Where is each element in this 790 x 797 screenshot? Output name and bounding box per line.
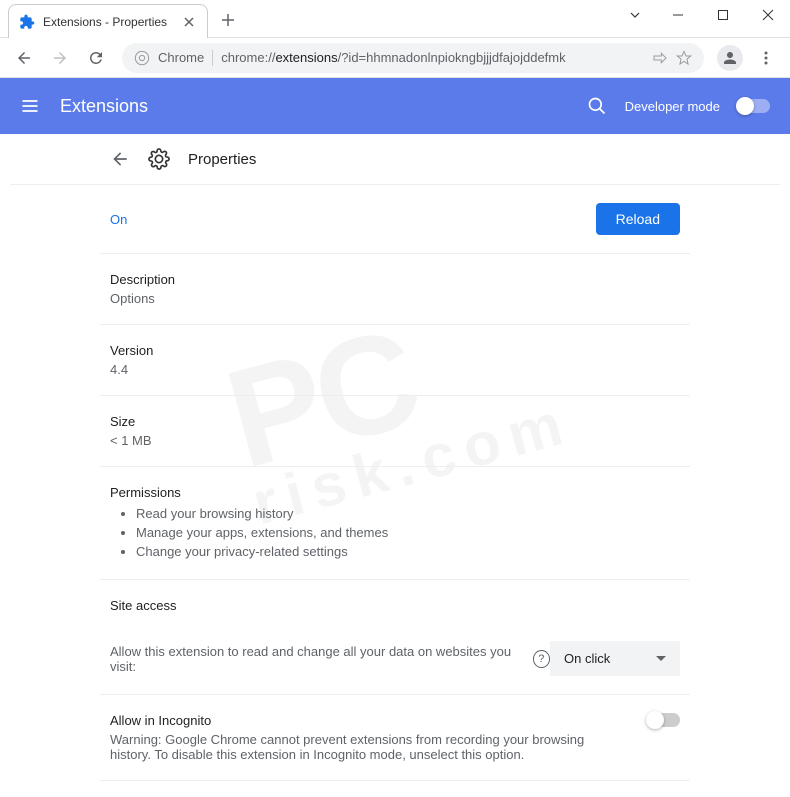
plus-icon	[222, 14, 234, 26]
browser-tab[interactable]: Extensions - Properties	[8, 4, 208, 38]
permissions-list: Read your browsing history Manage your a…	[110, 504, 680, 561]
back-button[interactable]	[8, 42, 40, 74]
window-controls	[615, 0, 790, 30]
omnibox-prefix: Chrome	[158, 50, 204, 65]
site-access-header-row: Site access	[100, 580, 690, 623]
version-row: Version 4.4	[100, 325, 690, 396]
window-titlebar: Extensions - Properties	[0, 0, 790, 38]
file-urls-row: Allow access to file URLs	[100, 781, 690, 789]
kebab-icon	[758, 50, 774, 66]
site-access-dropdown[interactable]: On click	[550, 641, 680, 676]
reload-icon	[87, 49, 105, 67]
dropdown-value: On click	[564, 651, 610, 666]
omnibox-divider	[212, 50, 213, 66]
chrome-icon	[134, 50, 150, 66]
arrow-right-icon	[51, 49, 69, 67]
size-row: Size < 1 MB	[100, 396, 690, 467]
forward-button[interactable]	[44, 42, 76, 74]
star-icon[interactable]	[676, 50, 692, 66]
search-icon[interactable]	[587, 96, 607, 116]
avatar-icon	[717, 45, 743, 71]
description-label: Description	[110, 272, 680, 287]
developer-mode-label: Developer mode	[625, 99, 720, 114]
permission-item: Read your browsing history	[136, 504, 680, 523]
menu-button[interactable]	[750, 42, 782, 74]
window-close-button[interactable]	[745, 0, 790, 30]
size-label: Size	[110, 414, 680, 429]
version-value: 4.4	[110, 362, 680, 377]
new-tab-button[interactable]	[214, 6, 242, 34]
help-icon[interactable]: ?	[533, 650, 550, 668]
share-icon[interactable]	[652, 50, 668, 66]
detail-panel: On Reload Description Options Version 4.…	[100, 185, 690, 789]
status-row: On Reload	[100, 185, 690, 254]
window-minimize-button[interactable]	[655, 0, 700, 30]
description-row: Description Options	[100, 254, 690, 325]
extension-icon	[19, 14, 35, 30]
minimize-icon	[672, 9, 684, 21]
description-value: Options	[110, 291, 680, 306]
permission-item: Change your privacy-related settings	[136, 542, 680, 561]
gear-icon	[148, 148, 170, 170]
detail-header: Properties	[10, 134, 780, 185]
window-chevron-button[interactable]	[615, 0, 655, 30]
incognito-toggle[interactable]	[648, 713, 680, 727]
reload-button[interactable]	[80, 42, 112, 74]
status-value: On	[110, 212, 127, 227]
incognito-warning: Warning: Google Chrome cannot prevent ex…	[110, 732, 590, 762]
site-access-text: Allow this extension to read and change …	[110, 644, 550, 674]
close-icon	[184, 17, 194, 27]
window-maximize-button[interactable]	[700, 0, 745, 30]
tab-title: Extensions - Properties	[43, 15, 173, 29]
site-access-row: Allow this extension to read and change …	[100, 623, 690, 695]
tab-close-button[interactable]	[181, 14, 197, 30]
browser-toolbar: Chrome chrome://extensions/?id=hhmnadonl…	[0, 38, 790, 78]
developer-mode-toggle[interactable]	[738, 99, 770, 113]
hamburger-icon[interactable]	[20, 96, 40, 116]
site-access-label: Site access	[110, 598, 680, 613]
chevron-down-icon	[656, 656, 666, 661]
incognito-label: Allow in Incognito	[110, 713, 648, 728]
permissions-label: Permissions	[110, 485, 680, 500]
version-label: Version	[110, 343, 680, 358]
extensions-title: Extensions	[60, 96, 587, 117]
omnibox-url: chrome://extensions/?id=hhmnadonlnpiokng…	[221, 50, 644, 65]
close-icon	[762, 9, 774, 21]
permissions-row: Permissions Read your browsing history M…	[100, 467, 690, 580]
address-bar[interactable]: Chrome chrome://extensions/?id=hhmnadonl…	[122, 43, 704, 73]
arrow-left-icon	[15, 49, 33, 67]
extensions-header: Extensions Developer mode	[0, 78, 790, 134]
content-area: Properties On Reload Description Options…	[10, 134, 780, 789]
profile-button[interactable]	[714, 42, 746, 74]
chevron-down-icon	[629, 9, 641, 21]
detail-title: Properties	[188, 151, 256, 168]
permission-item: Manage your apps, extensions, and themes	[136, 523, 680, 542]
maximize-icon	[717, 9, 729, 21]
reload-extension-button[interactable]: Reload	[596, 203, 680, 235]
back-arrow-icon[interactable]	[110, 149, 130, 169]
size-value: < 1 MB	[110, 433, 680, 448]
incognito-row: Allow in Incognito Warning: Google Chrom…	[100, 695, 690, 781]
